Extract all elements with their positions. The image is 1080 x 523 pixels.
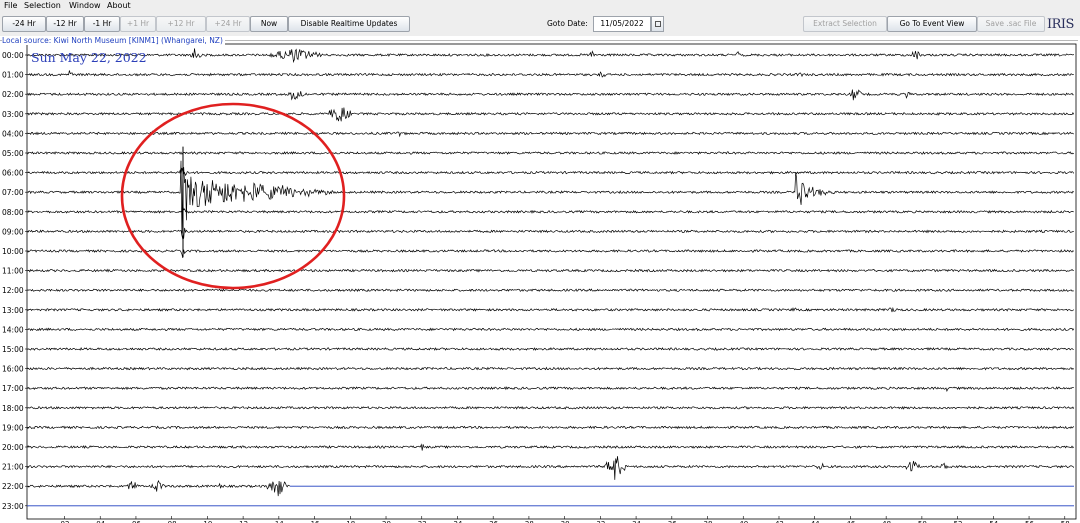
- seismic-trace: [27, 70, 1074, 78]
- seismic-trace: [27, 205, 1074, 214]
- seismic-trace: [27, 227, 1074, 241]
- back-1-hr-button[interactable]: -1 Hr: [84, 16, 120, 32]
- hour-label: 19:00: [2, 423, 24, 432]
- hour-label: 04:00: [2, 129, 24, 138]
- source-label: Local source: Kiwi North Museum [KINM1] …: [2, 36, 225, 45]
- seismic-trace: [27, 268, 1074, 273]
- hour-label: 14:00: [2, 325, 24, 334]
- hour-label: 23:00: [2, 502, 24, 511]
- hour-label: 06:00: [2, 169, 24, 178]
- helicorder-chart[interactable]: 00:00 01:00 02:00 03:00 04:00 05:00 06:00 07:00…: [0, 36, 1080, 523]
- seismic-trace: [27, 89, 1074, 101]
- menu-window[interactable]: Window: [69, 1, 101, 10]
- seismic-trace: [27, 347, 1074, 351]
- seismic-trace: [27, 151, 1075, 155]
- seismic-trace: [27, 443, 1075, 451]
- seismic-trace: [27, 456, 1075, 480]
- menu-about[interactable]: About: [107, 1, 131, 10]
- seismic-trace: [27, 405, 1075, 410]
- annotation-circle: [120, 102, 346, 290]
- hour-label: 00:00: [2, 51, 24, 60]
- back-24-hr-button[interactable]: -24 Hr: [2, 16, 46, 32]
- hour-label: 02:00: [2, 90, 24, 99]
- forward-24-hr-button[interactable]: +24 Hr: [206, 16, 250, 32]
- hour-label: 20:00: [2, 443, 24, 452]
- helicorder-plot-panel[interactable]: Local source: Kiwi North Museum [KINM1] …: [0, 36, 1080, 523]
- go-to-event-view-button[interactable]: Go To Event View: [887, 16, 977, 32]
- hour-label: 21:00: [2, 463, 24, 472]
- back-12-hr-button[interactable]: -12 Hr: [46, 16, 84, 32]
- seismic-trace: [27, 288, 1074, 293]
- hour-label: 22:00: [2, 482, 24, 491]
- hour-label: 10:00: [2, 247, 24, 256]
- menu-selection[interactable]: Selection: [24, 1, 61, 10]
- hour-label: 09:00: [2, 227, 24, 236]
- seismic-trace: [27, 386, 1074, 392]
- calendar-button[interactable]: [651, 16, 664, 32]
- now-button[interactable]: Now: [250, 16, 288, 32]
- seismic-trace: [27, 425, 1075, 430]
- goto-date-field[interactable]: 11/05/2022: [593, 16, 651, 32]
- seismic-trace: [27, 479, 291, 497]
- hour-label: 05:00: [2, 149, 24, 158]
- seismic-trace: [27, 327, 1075, 332]
- hour-label: 16:00: [2, 365, 24, 374]
- hour-label: 12:00: [2, 286, 24, 295]
- hour-label: 11:00: [2, 267, 24, 276]
- hour-label: 08:00: [2, 208, 24, 217]
- hour-label: 01:00: [2, 71, 24, 80]
- hour-label: 15:00: [2, 345, 24, 354]
- extract-selection-button[interactable]: Extract Selection: [803, 16, 887, 32]
- goto-date-label: Goto Date:: [547, 19, 588, 28]
- seismic-trace: [27, 167, 1075, 177]
- hour-label: 03:00: [2, 110, 24, 119]
- seismic-trace: [27, 366, 1075, 371]
- forward-12-hr-button[interactable]: +12 Hr: [156, 16, 206, 32]
- menu-bar: File Selection Window About: [0, 0, 1080, 13]
- day-title: Sun May 22, 2022: [31, 50, 147, 65]
- menu-file[interactable]: File: [4, 1, 17, 10]
- hour-label: 17:00: [2, 384, 24, 393]
- seismic-trace: [27, 130, 1074, 138]
- disable-realtime-updates-button[interactable]: Disable Realtime Updates: [288, 16, 410, 32]
- hour-label: 13:00: [2, 306, 24, 315]
- seismic-trace: [27, 249, 1074, 258]
- save-sac-file-button[interactable]: Save .sac File: [977, 16, 1045, 32]
- seismic-trace: [27, 306, 1075, 313]
- iris-logo: IRIS: [1047, 17, 1074, 32]
- seismic-trace: [27, 48, 1075, 64]
- helicorder-window: File Selection Window About -24 Hr -12 H…: [0, 0, 1080, 523]
- toolbar: -24 Hr -12 Hr -1 Hr +1 Hr +12 Hr +24 Hr …: [0, 13, 1080, 36]
- forward-1-hr-button[interactable]: +1 Hr: [120, 16, 156, 32]
- calendar-icon: [655, 21, 661, 27]
- hour-label: 18:00: [2, 404, 24, 413]
- hour-label: 07:00: [2, 188, 24, 197]
